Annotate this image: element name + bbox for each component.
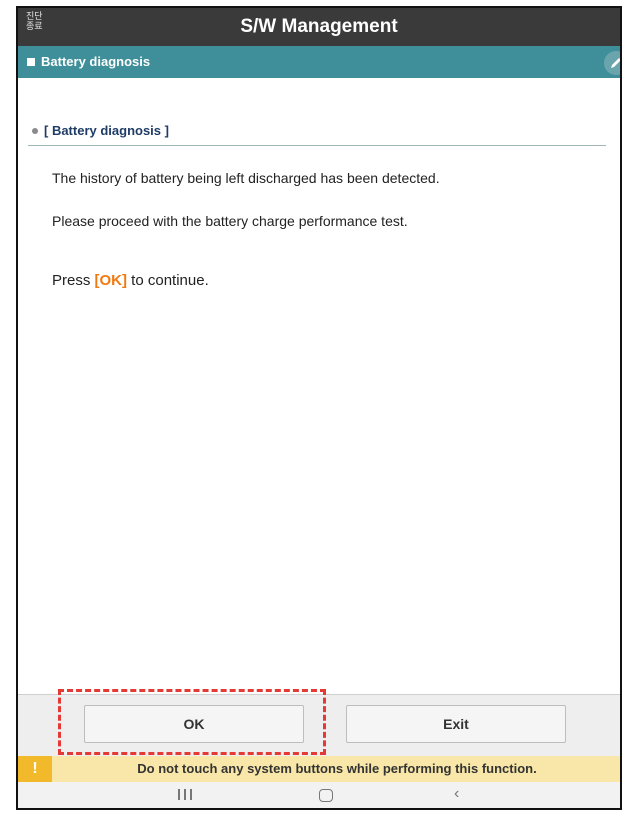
app-title: S/W Management [240,16,398,37]
message-line-2: Please proceed with the battery charge p… [52,213,408,229]
home-icon[interactable] [319,789,333,802]
subheader-title: Battery diagnosis [41,54,151,69]
press-ok-instruction: Press [OK] to continue. [52,272,209,290]
subheader-bar: Battery diagnosis [18,46,620,78]
exit-button[interactable]: Exit [346,705,566,743]
section-title: [ Battery diagnosis ] [44,123,169,138]
square-bullet-icon [27,58,35,66]
ok-button-highlight [58,689,326,755]
app-window: 진단 종료 S/W Management Battery diagnosis [… [16,6,622,810]
title-bar: 진단 종료 S/W Management [18,8,620,46]
ok-keyword: [OK] [94,272,128,289]
warning-icon: ! [18,756,52,782]
section-header: [ Battery diagnosis ] [28,121,606,146]
recents-icon[interactable] [174,788,196,802]
warning-text: Do not touch any system buttons while pe… [137,761,537,776]
android-nav-bar: ‹ [18,782,620,808]
press-prefix: Press [52,272,95,289]
warning-bar: ! Do not touch any system buttons while … [18,756,620,782]
back-icon[interactable]: ‹ [454,784,459,804]
pencil-icon[interactable] [604,51,620,75]
message-line-1: The history of battery being left discha… [52,170,440,186]
section-bullet-icon [32,128,38,134]
press-suffix: to continue. [127,272,209,289]
